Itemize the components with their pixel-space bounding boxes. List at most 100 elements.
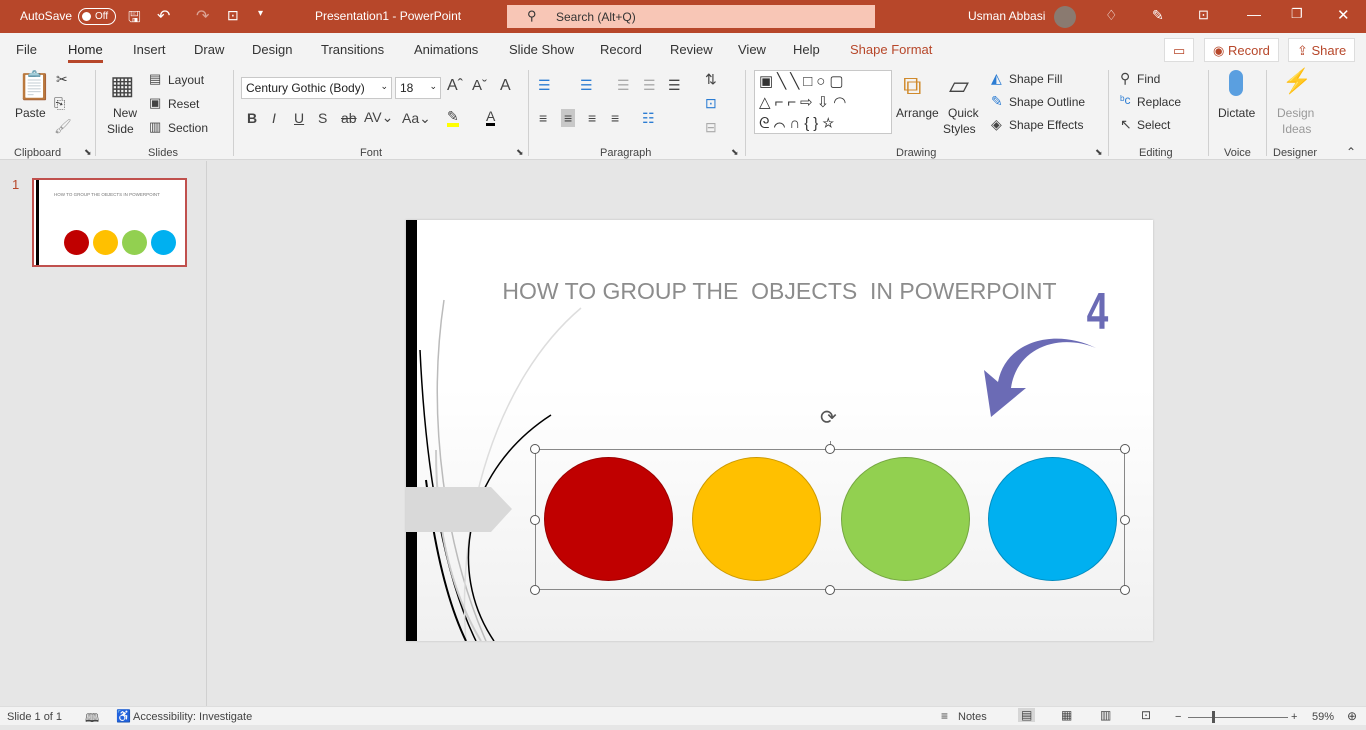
tab-view[interactable]: View [738, 42, 766, 57]
comments-button[interactable]: ▭ [1164, 38, 1195, 62]
zoom-out-button[interactable]: − [1175, 711, 1181, 723]
tab-review[interactable]: Review [670, 42, 713, 57]
shape-effects-button[interactable]: Shape Effects [1009, 118, 1084, 132]
slide-title[interactable]: HOW TO GROUP THE OBJECTS IN POWERPOINT [406, 278, 1153, 305]
circle-red[interactable] [544, 457, 673, 581]
shadow-icon[interactable]: S [318, 111, 327, 125]
quick-styles-button[interactable]: Quick [948, 106, 979, 120]
resize-handle[interactable] [1120, 515, 1130, 525]
design-ideas-icon[interactable]: ⚡ [1282, 70, 1312, 94]
circle-green[interactable] [841, 457, 970, 581]
notes-button[interactable]: Notes [958, 711, 987, 723]
microphone-icon[interactable] [1229, 70, 1243, 96]
cut-icon[interactable]: ✂ [56, 72, 68, 86]
resize-handle[interactable] [530, 444, 540, 454]
decrease-font-icon[interactable]: Aˇ [472, 78, 487, 93]
new-slide-icon[interactable]: ▦ [110, 72, 135, 98]
avatar[interactable] [1054, 6, 1076, 28]
rotate-handle-icon[interactable]: ⟳ [820, 405, 837, 430]
columns-icon[interactable]: ☷ [642, 111, 655, 125]
find-button[interactable]: Find [1137, 72, 1160, 86]
change-case-icon[interactable]: Aa⌄ [402, 111, 431, 125]
new-slide-label[interactable]: Slide [107, 122, 134, 136]
undo-icon[interactable]: ↶ [157, 6, 170, 26]
font-name-dropdown[interactable]: Century Gothic (Body) ⌄ [241, 77, 392, 99]
align-text-icon[interactable]: ⊡ [705, 96, 717, 110]
tab-design[interactable]: Design [252, 42, 292, 57]
design-ideas-label[interactable]: Ideas [1282, 122, 1311, 136]
format-painter-icon[interactable]: 🖌 [54, 119, 72, 133]
tab-animations[interactable]: Animations [414, 42, 478, 57]
step-number[interactable]: 4 [1087, 282, 1109, 342]
slide-canvas[interactable]: HOW TO GROUP THE OBJECTS IN POWERPOINT 4… [406, 220, 1153, 641]
search-box[interactable]: ⚲ Search (Alt+Q) [507, 5, 875, 28]
drawing-dialog-launcher-icon[interactable]: ⬊ [1095, 148, 1103, 157]
decrease-indent-icon[interactable]: ☰ [617, 78, 630, 92]
quick-styles-icon[interactable]: ▱ [949, 72, 969, 98]
tab-insert[interactable]: Insert [133, 42, 166, 57]
slide-show-icon[interactable]: ⊡ [1141, 708, 1151, 722]
italic-icon[interactable]: I [272, 111, 276, 125]
resize-handle[interactable] [1120, 444, 1130, 454]
pen-icon[interactable]: ✎ [1152, 7, 1164, 24]
close-icon[interactable]: ✕ [1337, 6, 1350, 24]
resize-handle[interactable] [530, 515, 540, 525]
font-color-icon[interactable]: A [486, 109, 496, 126]
dictate-button[interactable]: Dictate [1218, 106, 1255, 120]
slide-thumbnail[interactable]: HOW TO GROUP THE OBJECTS IN POWERPOINT [32, 178, 187, 267]
reading-view-icon[interactable]: ▥ [1100, 708, 1111, 722]
redo-icon[interactable]: ↷ [196, 6, 209, 26]
spelling-icon[interactable]: 🕮 [85, 709, 99, 730]
arrange-button[interactable]: Arrange [896, 106, 939, 120]
fit-slide-icon[interactable]: ⊕ [1347, 709, 1357, 723]
reset-button[interactable]: Reset [168, 97, 199, 111]
quick-styles-label[interactable]: Styles [943, 122, 976, 136]
copy-icon[interactable]: ⎘ [54, 96, 65, 110]
font-dialog-launcher-icon[interactable]: ⬊ [516, 148, 524, 157]
design-ideas-button[interactable]: Design [1277, 106, 1314, 120]
bullets-icon[interactable]: ☰ [538, 78, 551, 92]
character-spacing-icon[interactable]: AV⌄ [364, 110, 393, 124]
numbering-icon[interactable]: ☰ [580, 78, 593, 92]
align-left-icon[interactable]: ≡ [539, 111, 547, 125]
strikethrough-icon[interactable]: ab [341, 111, 357, 125]
increase-indent-icon[interactable]: ☰ [643, 78, 656, 92]
paste-button[interactable]: Paste [15, 106, 46, 120]
justify-icon[interactable]: ≡ [611, 111, 619, 125]
smartart-icon[interactable]: ⊟ [705, 120, 717, 134]
increase-font-icon[interactable]: Aˆ [447, 78, 463, 94]
circle-yellow[interactable] [692, 457, 821, 581]
shape-fill-button[interactable]: Shape Fill [1009, 72, 1062, 86]
zoom-in-button[interactable]: + [1291, 711, 1297, 723]
dialog-launcher-icon[interactable]: ⬊ [84, 148, 92, 157]
tab-help[interactable]: Help [793, 42, 820, 57]
tab-transitions[interactable]: Transitions [321, 42, 384, 57]
tab-file[interactable]: File [16, 42, 37, 57]
customize-qat-icon[interactable]: ▾ [258, 8, 263, 19]
autosave-toggle[interactable]: Off [78, 8, 116, 25]
line-spacing-icon[interactable]: ☰ [668, 78, 681, 92]
underline-icon[interactable]: U [294, 111, 304, 125]
paste-icon[interactable]: 📋 [17, 72, 52, 100]
normal-view-icon[interactable]: ▤ [1018, 708, 1036, 722]
paragraph-dialog-launcher-icon[interactable]: ⬊ [731, 148, 739, 157]
present-icon[interactable]: ⊡ [227, 7, 239, 24]
layout-button[interactable]: Layout [168, 73, 204, 87]
share-button[interactable]: ⇪ Share [1288, 38, 1356, 62]
section-button[interactable]: Section [168, 121, 208, 135]
resize-handle[interactable] [530, 585, 540, 595]
align-right-icon[interactable]: ≡ [588, 111, 596, 125]
font-size-dropdown[interactable]: 18 ⌄ [395, 77, 441, 99]
clear-formatting-icon[interactable]: A [500, 78, 511, 94]
arrange-icon[interactable]: ⧉ [903, 72, 922, 98]
zoom-slider[interactable] [1188, 717, 1288, 718]
minimize-icon[interactable]: — [1247, 6, 1261, 22]
resize-handle[interactable] [825, 444, 835, 454]
collapse-ribbon-icon[interactable]: ⌃ [1346, 146, 1356, 158]
new-slide-button[interactable]: New [113, 106, 137, 120]
zoom-slider-thumb[interactable] [1212, 711, 1215, 723]
highlight-icon[interactable]: ✎ [447, 109, 459, 127]
ribbon-display-icon[interactable]: ⊡ [1198, 7, 1209, 23]
text-direction-icon[interactable]: ⇅ [705, 72, 717, 86]
tab-home[interactable]: Home [68, 42, 103, 63]
